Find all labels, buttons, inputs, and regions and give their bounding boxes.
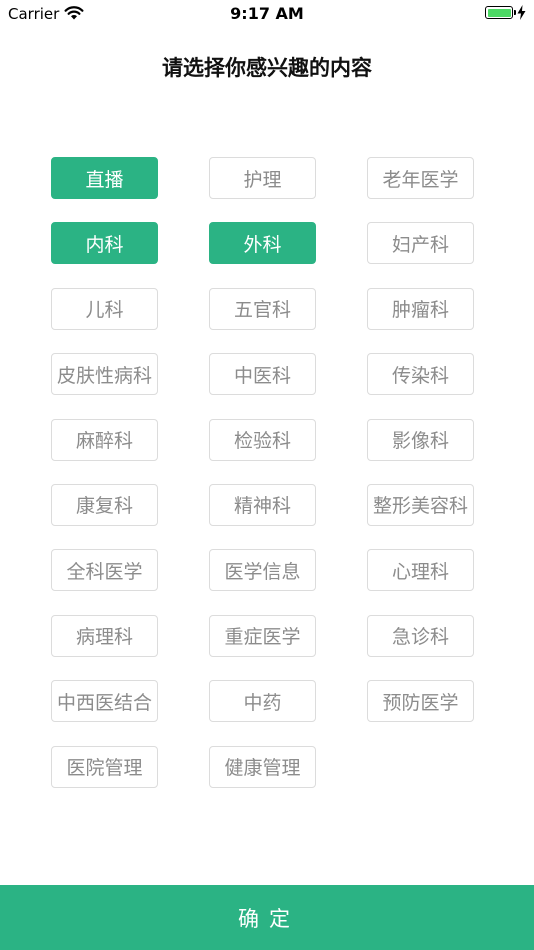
interest-tag[interactable]: 皮肤性病科 <box>51 353 158 396</box>
interest-tag[interactable]: 麻醉科 <box>51 418 158 461</box>
interest-tag[interactable]: 影像科 <box>367 418 474 461</box>
interest-tag[interactable]: 五官科 <box>209 287 316 330</box>
battery-fill <box>487 8 511 17</box>
interest-tag[interactable]: 预防医学 <box>367 680 474 723</box>
interest-tag[interactable]: 急诊科 <box>367 614 474 657</box>
interest-tag[interactable]: 整形美容科 <box>367 483 474 526</box>
interest-tag[interactable]: 中西医结合 <box>51 680 158 723</box>
interest-tag[interactable]: 内科 <box>51 222 158 265</box>
interest-tag[interactable]: 医学信息 <box>209 549 316 592</box>
charging-bolt-icon <box>517 5 526 20</box>
interest-tag[interactable]: 中医科 <box>209 353 316 396</box>
battery-nub <box>514 10 516 15</box>
interest-tag[interactable]: 护理 <box>209 157 316 199</box>
interest-tag[interactable]: 心理科 <box>367 549 474 592</box>
interest-tag[interactable]: 医院管理 <box>51 745 158 788</box>
interest-tag[interactable]: 康复科 <box>51 483 158 526</box>
interest-tag[interactable]: 检验科 <box>209 418 316 461</box>
battery-icon <box>485 6 516 19</box>
interest-tag[interactable]: 外科 <box>209 222 316 265</box>
interest-tag[interactable]: 精神科 <box>209 483 316 526</box>
interest-tag[interactable]: 妇产科 <box>367 222 474 265</box>
interest-tag[interactable]: 重症医学 <box>209 614 316 657</box>
page-title: 请选择你感兴趣的内容 <box>162 56 372 80</box>
interest-tag[interactable]: 病理科 <box>51 614 158 657</box>
interest-tag[interactable]: 儿科 <box>51 287 158 330</box>
interest-tag[interactable]: 中药 <box>209 680 316 723</box>
status-bar: Carrier 9:17 AM <box>0 0 534 28</box>
confirm-button[interactable]: 确定 <box>0 885 534 950</box>
interest-tag[interactable]: 直播 <box>51 157 158 199</box>
interest-tag[interactable]: 传染科 <box>367 353 474 396</box>
clock: 9:17 AM <box>230 4 304 23</box>
interest-tag-grid: 直播 护理 老年医学内科 外科 妇产科儿科 五官科 肿瘤科皮肤性病科 中医科 传染科麻醉科 检验科… <box>51 157 474 788</box>
interest-tag[interactable]: 全科医学 <box>51 549 158 592</box>
interest-tag[interactable]: 肿瘤科 <box>367 287 474 330</box>
interest-tag[interactable]: 老年医学 <box>367 157 474 199</box>
interest-tag[interactable]: 健康管理 <box>209 745 316 788</box>
